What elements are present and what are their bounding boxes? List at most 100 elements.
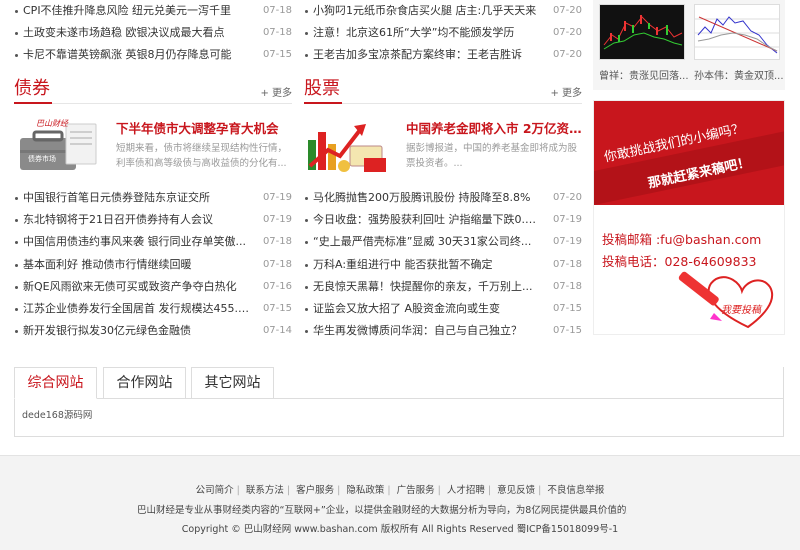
news-date: 07-18	[262, 5, 292, 16]
contribute-phone[interactable]: 投稿电话：028-64609833	[602, 251, 757, 270]
more-link[interactable]: + 更多	[260, 84, 292, 99]
news-date: 07-18	[552, 258, 582, 270]
chart-thumb-image[interactable]	[599, 4, 685, 60]
news-link[interactable]: 基本面利好 推动债市行情继续回暖	[23, 254, 252, 276]
list-item[interactable]: 新QE风雨欲来无债可买或致资产争夺白热化 07-16	[14, 276, 292, 298]
chart-thumb-caption[interactable]: 孙本伟：黄金双顶...	[694, 67, 784, 82]
news-date: 07-18	[262, 236, 292, 248]
news-date: 07-14	[262, 325, 292, 337]
list-item[interactable]: 中国银行首笔日元债券登陆东京证交所 07-19	[14, 187, 292, 209]
tab-general-sites[interactable]: 综合网站	[14, 367, 97, 399]
feature-title[interactable]: 中国养老金即将入市 2万亿资...	[406, 118, 582, 137]
list-item[interactable]: 基本面利好 推动债市行情继续回暖 07-18	[14, 254, 292, 276]
footer-link-privacy[interactable]: 隐私政策	[346, 485, 384, 496]
footer-link-service[interactable]: 客户服务	[296, 485, 334, 496]
news-link[interactable]: 卡尼不靠谱英镑飙涨 英银8月仍存降息可能	[23, 44, 252, 66]
news-link[interactable]: 王老吉加多宝凉茶配方案终审：王老吉胜诉	[313, 44, 542, 66]
list-item[interactable]: CPI不佳推升降息风险 纽元兑美元一泻千里 07-18	[14, 0, 292, 22]
footer-link-report[interactable]: 不良信息举报	[547, 485, 604, 496]
contribute-banner[interactable]: 你敢挑战我们的小编吗？ 那就赶紧来稿吧！	[594, 101, 784, 205]
news-link[interactable]: 土政变未遂市场趋稳 欧银决议成最大看点	[23, 22, 252, 44]
news-link[interactable]: 马化腾抛售200万股腾讯股份 持股降至8.8%	[313, 187, 542, 209]
list-item[interactable]: 注意！北京这61所“大学”均不能颁发学历 07-20	[304, 22, 582, 44]
candlestick-chart-icon	[600, 5, 684, 59]
news-date: 07-19	[552, 236, 582, 248]
footer-link-contact[interactable]: 联系方法	[246, 485, 284, 496]
news-link[interactable]: 今日收盘：强势股获利回吐 沪指缩量下跌0.2...	[313, 209, 542, 231]
tab-other-sites[interactable]: 其它网站	[191, 367, 274, 399]
news-link[interactable]: 东北特钢将于21日召开债券持有人会议	[23, 209, 252, 231]
news-date: 07-18	[262, 27, 292, 39]
list-item[interactable]: 新开发银行拟发30亿元绿色金融债 07-14	[14, 320, 292, 342]
news-date: 07-18	[552, 280, 582, 292]
tab-partner-sites[interactable]: 合作网站	[103, 367, 186, 399]
list-item[interactable]: 土政变未遂市场趋稳 欧银决议成最大看点 07-18	[14, 22, 292, 44]
list-item[interactable]: “史上最严借壳标准”显威 30天31家公司终... 07-19	[304, 231, 582, 253]
news-link[interactable]: 华生再发微博质问华润：自己与自己独立？	[313, 320, 542, 342]
list-item[interactable]: 中国信用债违约事风来袭 银行同业存单笑傲... 07-18	[14, 231, 292, 253]
list-item[interactable]: 无良惊天黑幕！快提醒你的亲友，千万别上... 07-18	[304, 276, 582, 298]
news-link[interactable]: 中国银行首笔日元债券登陆东京证交所	[23, 187, 252, 209]
contribute-box: 你敢挑战我们的小编吗？ 那就赶紧来稿吧！ 投稿邮箱 :fu@bashan.com…	[593, 100, 785, 335]
section-title[interactable]: 债券	[14, 76, 52, 104]
stocks-feature: 中国养老金即将入市 2万亿资... 据彭博报道，中国的养老基金即将成为股票投资者…	[304, 116, 582, 180]
news-link[interactable]: 注意！北京这61所“大学”均不能颁发学历	[313, 22, 542, 44]
news-link[interactable]: “史上最严借壳标准”显威 30天31家公司终...	[313, 231, 542, 253]
chart-thumb-caption[interactable]: 曾祥：贵涨见回落...	[599, 67, 689, 82]
footer-link-feedback[interactable]: 意见反馈	[497, 485, 535, 496]
news-link[interactable]: 中国信用债违约事风来袭 银行同业存单笑傲...	[23, 231, 252, 253]
stocks-news-list: 马化腾抛售200万股腾讯股份 持股降至8.8% 07-20 今日收盘：强势股获利回…	[304, 187, 582, 342]
chart-thumbnails: 曾祥：贵涨见回落... 孙本伟：黄金双顶...	[593, 0, 785, 90]
list-item[interactable]: 华生再发微博质问华润：自己与自己独立？ 07-15	[304, 320, 582, 342]
news-date: 07-15	[262, 302, 292, 314]
site-link[interactable]: dede168源码网	[22, 407, 92, 421]
stocks-section-header: 股票 + 更多	[304, 76, 582, 104]
list-item[interactable]: 小狗叼1元纸币杂食店买火腿 店主:几乎天天来 07-20	[304, 0, 582, 22]
news-date: 07-16	[262, 280, 292, 292]
list-item[interactable]: 江苏企业债券发行全国居首 发行规模达455.8... 07-15	[14, 298, 292, 320]
top-left-news-list: CPI不佳推升降息风险 纽元兑美元一泻千里 07-18 土政变未遂市场趋稳 欧银决…	[14, 0, 292, 67]
news-link[interactable]: 小狗叼1元纸币杂食店买火腿 店主:几乎天天来	[313, 0, 542, 22]
list-item[interactable]: 卡尼不靠谱英镑飙涨 英银8月仍存降息可能 07-15	[14, 44, 292, 66]
feature-desc: 据彭博报道，中国的养老基金即将成为股票投资者。...	[406, 143, 578, 169]
more-link[interactable]: + 更多	[550, 84, 582, 99]
contribute-email[interactable]: 投稿邮箱 :fu@bashan.com	[602, 229, 761, 248]
list-item[interactable]: 王老吉加多宝凉茶配方案终审：王老吉胜诉 07-20	[304, 44, 582, 66]
news-link[interactable]: CPI不佳推升降息风险 纽元兑美元一泻千里	[23, 0, 252, 22]
news-date: 07-15	[262, 49, 292, 61]
footer-link-jobs[interactable]: 人才招聘	[447, 485, 485, 496]
list-item[interactable]: 证监会又放大招了 A股资金流向或生变 07-15	[304, 298, 582, 320]
list-item[interactable]: 东北特钢将于21日召开债券持有人会议 07-19	[14, 209, 292, 231]
news-link[interactable]: 万科A:重组进行中 能否获批暂不确定	[313, 254, 542, 276]
footer: 公司简介 | 联系方法 | 客户服务 | 隐私政策 | 广告服务 | 人才招聘 | 意见反馈…	[0, 455, 800, 550]
pension-stock-icon	[304, 116, 390, 178]
news-date: 07-19	[262, 214, 292, 226]
bonds-feature: 债券市场 巴山财经 下半年债市大调整孕育大机会 短期来看，债市将继续呈现结构性行…	[14, 116, 292, 180]
bonds-thumb-image[interactable]: 债券市场 巴山财经	[14, 116, 100, 178]
contribute-stamp[interactable]: 我要投稿	[721, 301, 761, 316]
footer-link-ads[interactable]: 广告服务	[397, 485, 435, 496]
news-link[interactable]: 新开发银行拟发30亿元绿色金融债	[23, 320, 252, 342]
news-link[interactable]: 新QE风雨欲来无债可买或致资产争夺白热化	[23, 276, 252, 298]
bonds-news-list: 中国银行首笔日元债券登陆东京证交所 07-19 东北特钢将于21日召开债券持有人会…	[14, 187, 292, 342]
stocks-thumb-image[interactable]	[304, 116, 390, 178]
chart-thumb-image[interactable]	[694, 4, 780, 60]
news-link[interactable]: 江苏企业债券发行全国居首 发行规模达455.8...	[23, 298, 252, 320]
news-date: 07-20	[552, 5, 582, 16]
list-item[interactable]: 万科A:重组进行中 能否获批暂不确定 07-18	[304, 254, 582, 276]
news-link[interactable]: 证监会又放大招了 A股资金流向或生变	[313, 298, 542, 320]
news-link[interactable]: 无良惊天黑幕！快提醒你的亲友，千万别上...	[313, 276, 542, 298]
feature-title[interactable]: 下半年债市大调整孕育大机会	[116, 118, 292, 137]
news-date: 07-15	[552, 302, 582, 314]
footer-copyright: Copyright © 巴山财经网 www.bashan.com 版权所有 Al…	[181, 524, 619, 535]
feature-desc: 短期来看，债市将继续呈现结构性行情，利率债和高等级债与高收益债的分化有...	[116, 143, 288, 169]
news-date: 07-19	[552, 214, 582, 226]
footer-links: 公司简介 | 联系方法 | 客户服务 | 隐私政策 | 广告服务 | 人才招聘 | 意见反馈…	[195, 485, 605, 496]
list-item[interactable]: 今日收盘：强势股获利回吐 沪指缩量下跌0.2... 07-19	[304, 209, 582, 231]
news-date: 07-20	[552, 27, 582, 39]
bonds-section-header: 债券 + 更多	[14, 76, 292, 104]
news-date: 07-15	[552, 325, 582, 337]
footer-link-about[interactable]: 公司简介	[196, 485, 234, 496]
section-title[interactable]: 股票	[304, 76, 342, 104]
list-item[interactable]: 马化腾抛售200万股腾讯股份 持股降至8.8% 07-20	[304, 187, 582, 209]
